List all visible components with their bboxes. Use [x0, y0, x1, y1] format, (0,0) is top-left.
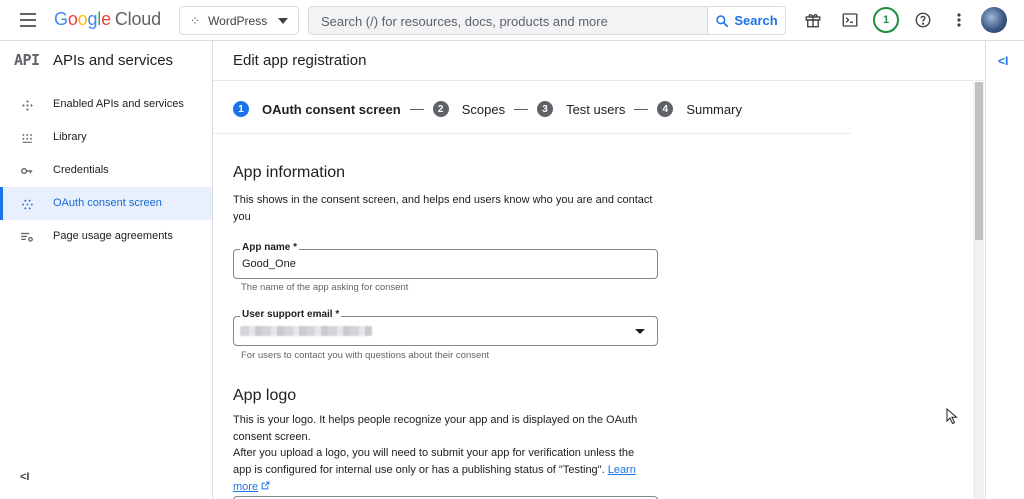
- user-support-email-label: User support email *: [240, 309, 342, 320]
- top-bar: Google Cloud ⁘ WordPress Search (/) for r…: [0, 0, 1024, 41]
- app-name-value[interactable]: Good_One: [242, 258, 296, 270]
- app-name-hint: The name of the app asking for consent: [241, 282, 409, 293]
- external-link-icon: [261, 481, 270, 490]
- sidebar-item-page-usage[interactable]: Page usage agreements: [0, 220, 212, 253]
- scrollbar-thumb[interactable]: [975, 82, 983, 240]
- app-logo-heading: App logo: [233, 387, 297, 404]
- diamond-arrows-icon: [20, 98, 34, 112]
- dots-grid-icon: [20, 197, 34, 211]
- header-divider: [213, 80, 985, 81]
- project-picker[interactable]: ⁘ WordPress: [179, 6, 299, 35]
- right-rail: <I: [985, 41, 1024, 499]
- sidebar: API APIs and services Enabled APIs and s…: [0, 41, 213, 499]
- collapse-sidebar-icon[interactable]: <I: [20, 471, 29, 483]
- cloud-shell-icon[interactable]: [840, 10, 860, 30]
- mouse-cursor-icon: [946, 408, 958, 425]
- gift-icon[interactable]: [803, 10, 823, 30]
- search-icon: [716, 14, 729, 27]
- key-icon: [20, 164, 34, 178]
- sidebar-header: API APIs and services: [0, 41, 212, 81]
- google-cloud-logo[interactable]: Google Cloud: [54, 9, 161, 30]
- page-title: Edit app registration: [233, 52, 367, 69]
- redacted-email: [240, 326, 372, 336]
- project-dots-icon: ⁘: [190, 13, 201, 28]
- library-grid-icon: [20, 131, 34, 145]
- settings-list-icon: [20, 230, 34, 244]
- step-scopes[interactable]: 2 Scopes: [432, 101, 505, 117]
- sidebar-title: APIs and services: [53, 52, 174, 69]
- more-vert-icon[interactable]: [949, 10, 969, 30]
- search-input[interactable]: Search (/) for resources, docs, products…: [321, 14, 608, 29]
- menu-icon[interactable]: [20, 13, 36, 27]
- stepper-divider: [213, 133, 851, 134]
- avatar[interactable]: [981, 7, 1007, 33]
- expand-panel-icon[interactable]: <I: [998, 54, 1008, 68]
- help-icon[interactable]: [913, 10, 933, 30]
- caret-down-icon: [635, 329, 645, 334]
- sidebar-item-library[interactable]: Library: [0, 121, 212, 154]
- step-test-users[interactable]: 3 Test users: [537, 101, 625, 117]
- project-name: WordPress: [208, 13, 268, 28]
- step-connector: [514, 108, 529, 110]
- step-summary[interactable]: 4 Summary: [657, 101, 742, 117]
- user-support-email-select[interactable]: User support email *: [233, 309, 658, 346]
- sidebar-item-enabled-apis[interactable]: Enabled APIs and services: [0, 88, 212, 121]
- app-information-desc: This shows in the consent screen, and he…: [233, 194, 653, 223]
- app-logo-verification: After you upload a logo, you will need t…: [233, 447, 636, 493]
- app-name-field[interactable]: App name * Good_One: [233, 242, 658, 279]
- step-connector: [409, 108, 424, 110]
- app-information-heading: App information: [233, 164, 346, 181]
- search-button[interactable]: Search: [707, 7, 785, 34]
- step-oauth-consent[interactable]: 1 OAuth consent screen: [233, 101, 401, 117]
- main-content: Edit app registration 1 OAuth consent sc…: [213, 41, 985, 499]
- notification-badge[interactable]: 1: [873, 7, 899, 33]
- app-logo-desc: This is your logo. It helps people recog…: [233, 414, 638, 443]
- search-bar[interactable]: Search (/) for resources, docs, products…: [308, 6, 786, 35]
- step-connector: [634, 108, 649, 110]
- sidebar-item-oauth-consent[interactable]: OAuth consent screen: [0, 187, 212, 220]
- api-badge-icon: API: [14, 51, 40, 69]
- caret-down-icon: [278, 18, 288, 24]
- sidebar-item-credentials[interactable]: Credentials: [0, 154, 212, 187]
- app-name-label: App name *: [240, 242, 300, 253]
- user-support-email-hint: For users to contact you with questions …: [241, 350, 490, 361]
- stepper: 1 OAuth consent screen 2 Scopes 3 Test u…: [233, 99, 742, 119]
